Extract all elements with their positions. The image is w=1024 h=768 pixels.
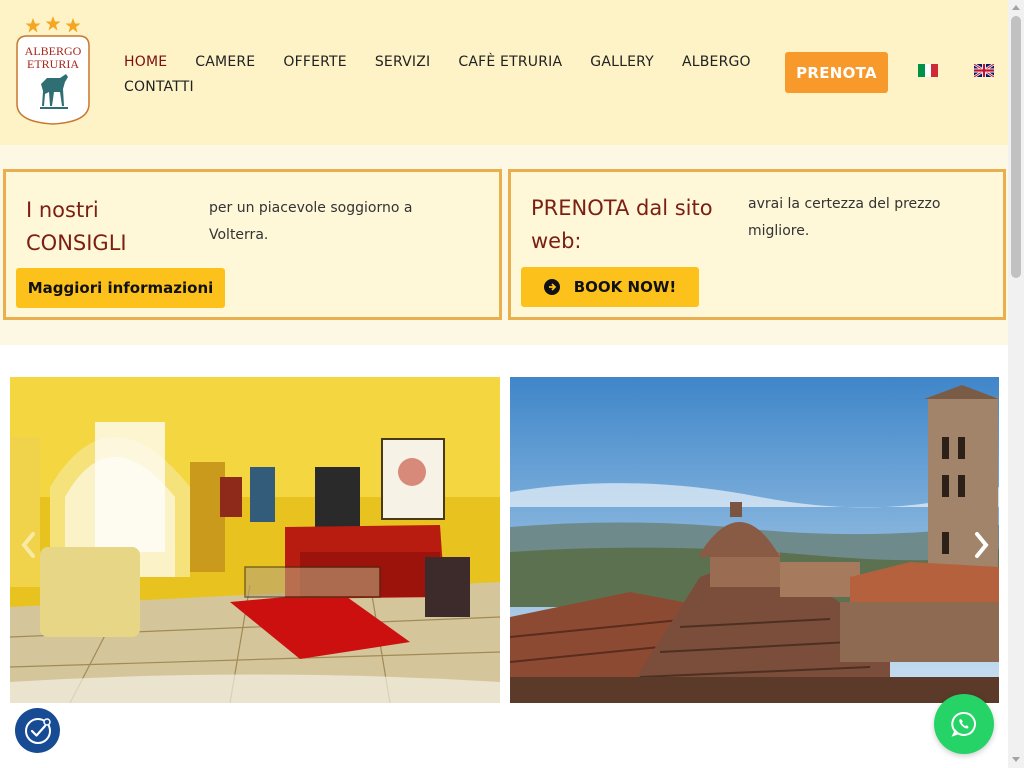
main-navigation: HOME CAMERE OFFERTE SERVIZI CAFÈ ETRURIA…: [124, 49, 764, 99]
logo-text-etruria: ETRURIA: [27, 57, 79, 71]
cookie-settings-icon: [24, 717, 51, 744]
nav-albergo[interactable]: ALBERGO: [682, 54, 751, 70]
nav-cafe-etruria[interactable]: CAFÈ ETRURIA: [458, 54, 562, 70]
tips-title: I nostri CONSIGLI: [26, 198, 127, 255]
page-scrollbar[interactable]: [1008, 0, 1024, 768]
logo-text-albergo: ALBERGO: [25, 44, 82, 58]
scroll-down-arrow-icon[interactable]: [1012, 757, 1020, 762]
hotel-logo[interactable]: ALBERGO ETRURIA: [14, 16, 92, 128]
book-online-box: PRENOTA dal sito web: avrai la certezza …: [508, 169, 1006, 320]
whatsapp-icon: [951, 711, 976, 737]
nav-home[interactable]: HOME: [124, 54, 167, 70]
book-button[interactable]: PRENOTA: [785, 52, 888, 93]
book-online-text: avrai la certezza del prezzo migliore.: [748, 196, 941, 239]
tips-text: per un piacevole soggiorno a Volterra.: [209, 200, 413, 243]
arrow-circle-right-icon: [543, 279, 560, 295]
hotel-lounge-photo: [10, 377, 500, 703]
slide-hotel-lounge: [10, 377, 500, 703]
whatsapp-chat-button[interactable]: [934, 694, 994, 754]
nav-servizi[interactable]: SERVIZI: [375, 54, 431, 70]
nav-offerte[interactable]: OFFERTE: [283, 54, 346, 70]
english-flag-icon[interactable]: [974, 64, 994, 77]
book-online-title: PRENOTA dal sito web:: [531, 196, 713, 253]
site-header: ALBERGO ETRURIA HOME CAMERE OFFERTE SERV…: [0, 0, 1008, 145]
slider-next-arrow-icon[interactable]: [972, 530, 990, 560]
scroll-up-arrow-icon[interactable]: [1012, 5, 1020, 10]
book-now-label: BOOK NOW!: [573, 278, 677, 296]
italian-flag-icon[interactable]: [918, 64, 938, 77]
cookie-consent-button[interactable]: [15, 708, 60, 753]
slider-prev-arrow-icon[interactable]: [20, 530, 38, 560]
book-now-button[interactable]: BOOK NOW!: [521, 267, 699, 307]
volterra-rooftops-photo: [510, 377, 999, 703]
slide-volterra-rooftops: [510, 377, 999, 703]
nav-contatti[interactable]: CONTATTI: [124, 79, 194, 95]
more-info-button[interactable]: Maggiori informazioni: [16, 268, 225, 308]
nav-gallery[interactable]: GALLERY: [590, 54, 654, 70]
scroll-thumb[interactable]: [1011, 16, 1021, 278]
tips-box: I nostri CONSIGLI per un piacevole soggi…: [3, 169, 502, 320]
nav-camere[interactable]: CAMERE: [195, 54, 255, 70]
